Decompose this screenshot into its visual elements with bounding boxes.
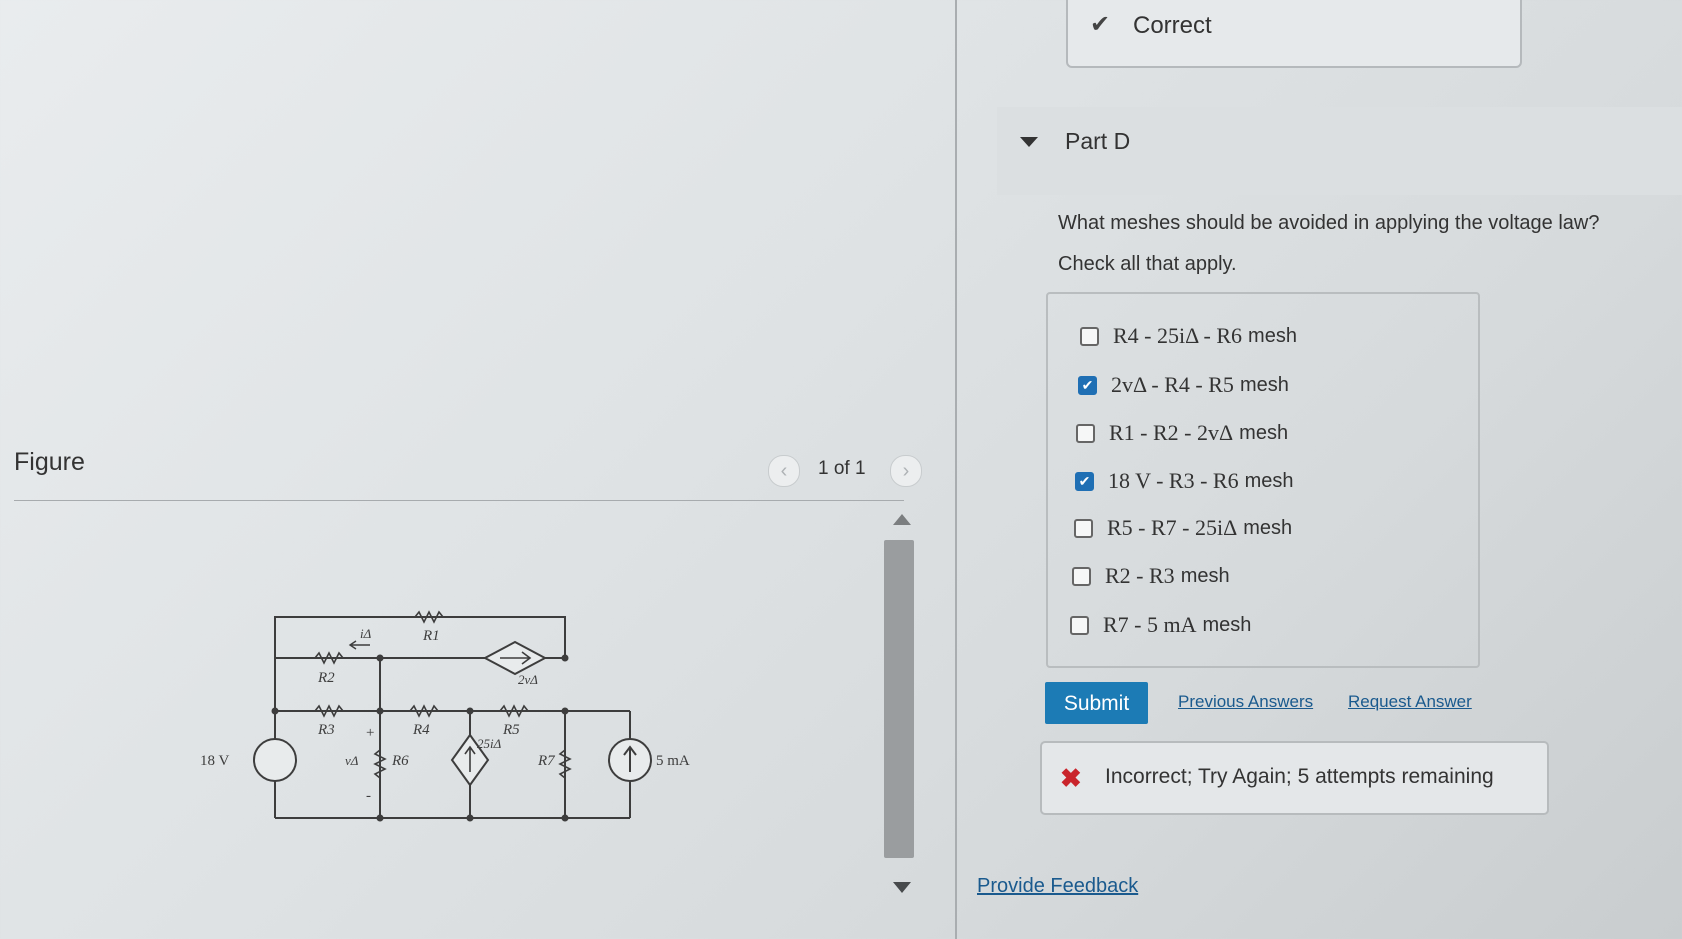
correct-label: Correct (1133, 12, 1212, 39)
scroll-down-icon[interactable] (893, 882, 911, 893)
option-suffix: mesh (1243, 516, 1293, 539)
incorrect-message: Incorrect; Try Again; 5 attempts remaini… (1105, 765, 1494, 788)
option-suffix: mesh (1180, 564, 1230, 587)
request-answer-link[interactable]: Request Answer (1348, 692, 1472, 712)
label-r6: R6 (391, 753, 409, 769)
check-icon: ✔ (1090, 11, 1111, 38)
chevron-left-icon[interactable]: ‹ (768, 455, 800, 487)
question-text: What meshes should be avoided in applyin… (1058, 212, 1600, 234)
label-minus: - (366, 788, 371, 804)
label-r1: R1 (422, 628, 440, 644)
option-math: R7 - 5 mA (1103, 612, 1197, 637)
caret-down-icon[interactable] (1020, 137, 1038, 147)
pane-divider[interactable] (955, 0, 957, 939)
option-checkbox[interactable] (1072, 566, 1091, 586)
option-suffix: mesh (1244, 469, 1294, 492)
option-checkbox[interactable]: ✔ (1075, 471, 1094, 491)
label-r2: R2 (317, 670, 335, 686)
part-title[interactable]: Part D (1065, 128, 1130, 155)
scroll-up-icon[interactable] (893, 514, 911, 525)
option-math: 18 V - R3 - R6 (1108, 468, 1239, 493)
option-item[interactable]: R7 - 5 mA mesh (1070, 612, 1251, 638)
option-item[interactable]: ✔ 18 V - R3 - R6 mesh (1075, 468, 1294, 494)
option-item[interactable]: R1 - R2 - 2vΔ mesh (1076, 420, 1288, 446)
label-r3: R3 (317, 722, 335, 738)
option-suffix: mesh (1248, 324, 1297, 347)
label-25i-delta: 25iΔ (477, 736, 502, 751)
option-math: R5 - R7 - 25iΔ (1107, 515, 1238, 540)
option-suffix: mesh (1202, 613, 1252, 636)
figure-pane: Figure ‹ 1 of 1 › 18 V 5 mA R1 R2 R3 R4 … (0, 0, 955, 939)
option-checkbox[interactable] (1080, 326, 1099, 346)
previous-answers-link[interactable]: Previous Answers (1178, 692, 1313, 712)
current-source-label: 5 mA (656, 753, 690, 769)
option-suffix: mesh (1239, 421, 1289, 444)
option-item[interactable]: ✔ 2vΔ - R4 - R5 mesh (1078, 372, 1289, 398)
option-suffix: mesh (1239, 373, 1289, 396)
provide-feedback-link[interactable]: Provide Feedback (977, 875, 1138, 898)
source-voltage-label: 18 V (200, 753, 229, 769)
option-math: R2 - R3 (1105, 563, 1175, 588)
option-checkbox[interactable] (1070, 615, 1089, 635)
figure-pager: 1 of 1 (818, 458, 866, 479)
label-plus: + (366, 725, 374, 741)
option-item[interactable]: R4 - 25iΔ - R6 mesh (1080, 323, 1297, 349)
figure-divider (14, 500, 904, 501)
figure-title: Figure (14, 448, 85, 476)
option-math: R4 - 25iΔ - R6 (1113, 323, 1243, 348)
instruction-text: Check all that apply. (1058, 253, 1237, 275)
option-item[interactable]: R2 - R3 mesh (1072, 563, 1230, 589)
label-2v-delta: 2vΔ (518, 672, 538, 687)
option-item[interactable]: R5 - R7 - 25iΔ mesh (1074, 515, 1292, 541)
circuit-diagram: 18 V 5 mA R1 R2 R3 R4 R5 R6 R7 iΔ vΔ 2vΔ… (200, 610, 690, 822)
option-checkbox[interactable] (1076, 423, 1095, 443)
label-i-delta: iΔ (360, 626, 372, 641)
label-v-delta: vΔ (345, 753, 359, 768)
option-math: R1 - R2 - 2vΔ (1109, 420, 1234, 445)
option-checkbox[interactable] (1074, 518, 1093, 538)
close-icon: ✖ (1060, 763, 1082, 793)
label-r7: R7 (537, 753, 556, 769)
label-r5: R5 (502, 722, 520, 738)
submit-button[interactable]: Submit (1045, 682, 1148, 724)
label-r4: R4 (412, 722, 430, 738)
option-math: 2vΔ - R4 - R5 (1111, 372, 1234, 397)
scrollbar-thumb[interactable] (884, 540, 914, 858)
option-checkbox[interactable]: ✔ (1078, 375, 1097, 395)
chevron-right-icon[interactable]: › (890, 455, 922, 487)
